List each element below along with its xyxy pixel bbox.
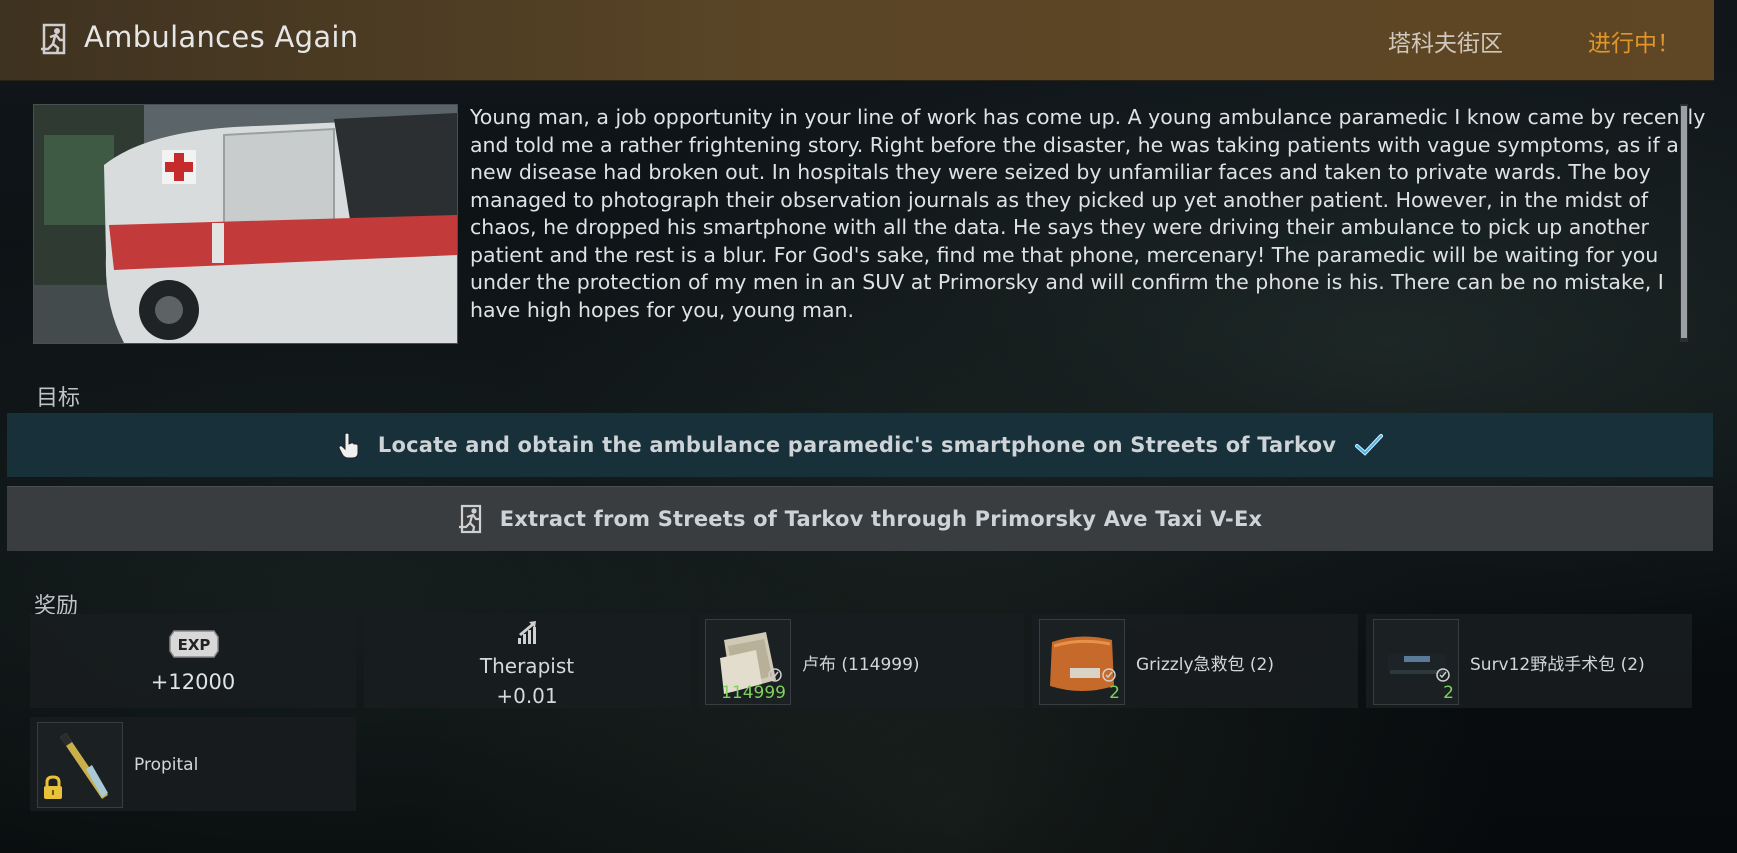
objective-smartphone[interactable]: Locate and obtain the ambulance paramedi… — [7, 413, 1713, 477]
item-name: Surv12野战手术包 (2) — [1470, 655, 1645, 675]
item-name: Grizzly急救包 (2) — [1136, 655, 1275, 675]
reward-unlock-propital[interactable]: Propital — [30, 717, 356, 811]
objective-text: Extract from Streets of Tarkov through P… — [499, 507, 1263, 531]
ambulance-image — [33, 104, 458, 344]
quest-description-text[interactable]: Young man, a job opportunity in your lin… — [470, 104, 1706, 342]
standing-trader: Therapist — [479, 654, 575, 678]
description-scrollbar[interactable] — [1680, 104, 1688, 342]
surv12-kit-icon[interactable]: 2 — [1373, 619, 1459, 705]
quest-exit-icon — [41, 23, 66, 55]
reward-item-grizzly[interactable]: 2 Grizzly急救包 (2) — [1032, 614, 1358, 708]
item-name: 卢布 (114999) — [802, 655, 920, 675]
reward-standing: Therapist +0.01 — [364, 614, 690, 708]
svg-text:EXP: EXP — [178, 636, 211, 654]
item-count: 2 — [1443, 683, 1454, 703]
reward-item-roubles[interactable]: 114999 卢布 (114999) — [698, 614, 1024, 708]
exp-icon: EXP — [169, 630, 219, 658]
quest-header: Ambulances Again 塔科夫街区 进行中！ — [0, 0, 1714, 81]
reward-item-surv12[interactable]: 2 Surv12野战手术包 (2) — [1366, 614, 1692, 708]
roubles-icon[interactable]: 114999 — [705, 619, 791, 705]
propital-injector-icon[interactable] — [37, 722, 123, 808]
exp-value: +12000 — [150, 670, 236, 694]
quest-location: 塔科夫街区 — [1388, 31, 1503, 57]
quest-title: Ambulances Again — [84, 20, 359, 54]
grizzly-medkit-icon[interactable]: 2 — [1039, 619, 1125, 705]
lock-icon — [44, 775, 62, 799]
standing-up-icon — [518, 621, 536, 644]
check-badge-icon — [1436, 668, 1450, 682]
exit-icon — [458, 504, 481, 534]
objectives-label: 目标 — [36, 386, 81, 411]
objective-text: Locate and obtain the ambulance paramedi… — [377, 433, 1337, 457]
scrollbar-thumb[interactable] — [1681, 106, 1687, 338]
reward-exp: EXP +12000 — [30, 614, 356, 708]
item-count: 114999 — [721, 683, 786, 703]
check-badge-icon — [768, 668, 782, 682]
quest-status: 进行中！ — [1588, 31, 1680, 57]
quest-description-panel: Young man, a job opportunity in your lin… — [33, 104, 1705, 344]
standing-value: +0.01 — [496, 684, 558, 708]
item-name: Propital — [134, 755, 199, 775]
hand-pointer-icon — [338, 432, 359, 459]
check-badge-icon — [1102, 668, 1116, 682]
item-count: 2 — [1109, 683, 1120, 703]
checkmark-icon — [1355, 434, 1384, 456]
objective-extract[interactable]: Extract from Streets of Tarkov through P… — [7, 486, 1713, 551]
